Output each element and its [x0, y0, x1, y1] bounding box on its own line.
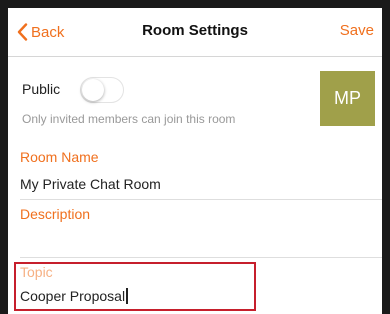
public-hint: Only invited members can join this room	[22, 112, 236, 126]
nav-bar: Back Room Settings Save	[8, 8, 382, 57]
page-title: Room Settings	[142, 22, 248, 39]
topic-highlight-box	[14, 262, 256, 311]
description-divider	[20, 257, 382, 258]
room-name-divider	[20, 199, 382, 200]
public-toggle[interactable]	[80, 77, 124, 103]
room-settings-screen: Back Room Settings Save Public Only invi…	[8, 8, 382, 314]
description-input[interactable]	[8, 230, 382, 256]
description-label: Description	[20, 206, 91, 222]
room-name-value: My Private Chat Room	[20, 176, 161, 192]
save-button[interactable]: Save	[340, 22, 374, 39]
public-label: Public	[22, 81, 61, 97]
room-name-label: Room Name	[20, 149, 99, 165]
toggle-knob	[82, 79, 104, 101]
room-avatar[interactable]: MP	[320, 71, 375, 126]
avatar-initials: MP	[334, 88, 361, 108]
room-name-input[interactable]: My Private Chat Room	[8, 173, 382, 197]
